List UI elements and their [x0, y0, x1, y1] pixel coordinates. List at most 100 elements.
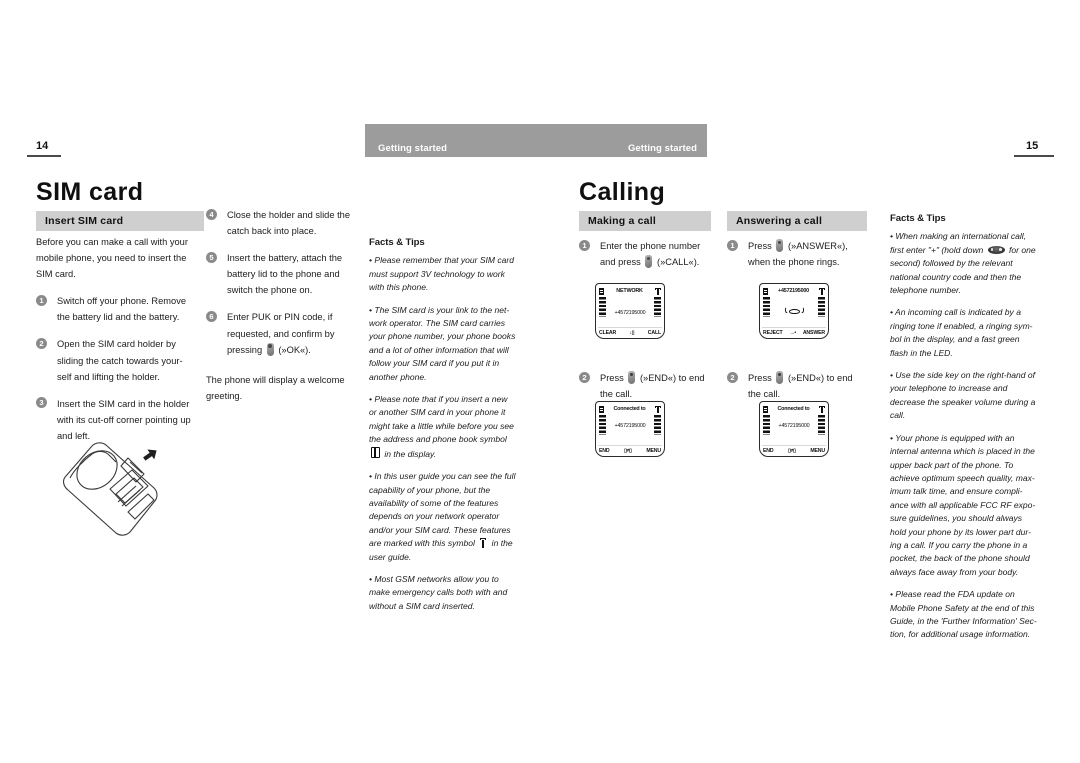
answering-a-call-column: 1 Press (»ANSWER«), when the phone rings…: [727, 238, 865, 281]
step-number: 2: [36, 337, 47, 349]
phone-screen-dial: NETWORK +4572195000 CLEAR ↓▯ CALL: [581, 283, 673, 351]
phone-shell: +4572195000 REJECT →• ANSWER: [759, 283, 829, 339]
softkey-left: REJECT: [763, 330, 783, 336]
step-1: 1 Switch off your phone. Remove the batt…: [36, 293, 196, 325]
running-header-right: Getting started: [627, 143, 697, 154]
screen-body: +4572195000: [614, 423, 646, 429]
softkey-right: MENU: [646, 448, 661, 454]
signal-icon: [819, 287, 825, 295]
signal-bars: [818, 415, 825, 435]
facts-and-tips-left: Facts & Tips • Please remember that your…: [369, 236, 517, 622]
fact-item: • Your phone is equipped with an interna…: [890, 432, 1036, 577]
signal-icon: [655, 287, 661, 295]
battery-icon: [763, 405, 768, 413]
select-key-icon: [266, 342, 274, 356]
status-row: Connected to: [599, 405, 661, 414]
softkey-mid-symbol: ▯≠▯: [624, 448, 632, 454]
end-key-icon: [776, 371, 784, 384]
screen-body: +4572195000: [778, 423, 810, 429]
step-6: 6 Enter PUK or PIN code, if requested, a…: [206, 309, 358, 357]
step-number: 5: [206, 251, 217, 263]
section-heading-insert-sim-card: Insert SIM card: [36, 211, 204, 231]
manual-spread: Getting started Getting started 14 15 SI…: [0, 0, 1080, 763]
step-number: 1: [727, 239, 738, 251]
screen-title: NETWORK: [616, 288, 643, 294]
page-number-right: 15: [1026, 140, 1039, 152]
answer-key-icon: [776, 239, 784, 252]
fact-item-with-sim-symbol: • In this user guide you can see the ful…: [369, 470, 517, 564]
step-text-before: Press: [748, 241, 775, 251]
phone-screen-connected-left: Connected to +4572195000 END ▯≠▯ MENU: [581, 401, 673, 469]
fact-item: • An incoming call is indicated by a rin…: [890, 307, 1033, 358]
screen-title: +4572195000: [778, 288, 809, 294]
fact-text: • When making an international call, fir…: [890, 231, 1036, 296]
phone-screen-incoming-call: +4572195000 REJECT →• ANSWER: [745, 283, 837, 351]
step-text: Switch off your phone. Remove the batter…: [57, 296, 187, 323]
step-text-after: (»OK«).: [275, 344, 311, 355]
softkey-row: CLEAR ↓▯ CALL: [599, 330, 661, 336]
status-row: Connected to: [763, 405, 825, 414]
step-number: 2: [579, 371, 590, 383]
softkey-row: END ▯≠▯ MENU: [599, 448, 661, 454]
sim-card-holder-illustration: [58, 440, 178, 540]
step-2: 2 Open the SIM card holder by sliding th…: [36, 336, 196, 384]
fact-item: • Please remember that your SIM card mus…: [369, 255, 515, 293]
softkey-left: CLEAR: [599, 330, 617, 336]
facts-and-tips-right: Facts & Tips • When making an internatio…: [890, 212, 1038, 651]
softkey-right: MENU: [810, 448, 825, 454]
answering-step-1: 1 Press (»ANSWER«), when the phone rings…: [727, 238, 865, 270]
softkey-left: END: [599, 448, 610, 454]
page-number-left: 14: [36, 140, 49, 152]
softkey-separator: [598, 326, 662, 328]
phone-shell: NETWORK +4572195000 CLEAR ↓▯ CALL: [595, 283, 665, 339]
step-text-after: (»CALL«).: [654, 257, 700, 268]
call-key-icon: [645, 255, 653, 269]
softkey-right: CALL: [647, 330, 661, 336]
step-number: 4: [206, 208, 217, 220]
battery-icon: [599, 405, 604, 413]
status-row: NETWORK: [599, 287, 661, 296]
battery-bars: [599, 297, 606, 317]
signal-bars: [654, 297, 661, 317]
running-header-left: Getting started: [378, 143, 448, 154]
fact-item: • The SIM card is your link to the net-w…: [369, 304, 516, 382]
step-3: 3 Insert the SIM card in the holder with…: [36, 396, 196, 444]
sim-dependent-feature-icon: [480, 538, 487, 549]
left-column-steps-4-6: 4 Close the holder and slide the catch b…: [206, 207, 358, 415]
softkey-left: END: [763, 448, 774, 454]
closing-paragraph: The phone will display a welcome greetin…: [206, 374, 345, 401]
battery-bars: [599, 415, 606, 435]
step-number: 6: [206, 310, 217, 322]
step-text: Open the SIM card holder by sliding the …: [57, 339, 183, 382]
softkey-separator: [762, 326, 826, 328]
step-5: 5 Insert the battery, attach the battery…: [206, 250, 358, 298]
signal-bars: [654, 415, 661, 435]
answering-step-2: 2 Press (»END«) to end the call.: [727, 370, 865, 402]
softkey-mid-symbol: ▯≠▯: [788, 448, 796, 454]
making-a-call-column: 1 Enter the phone number and press (»CAL…: [579, 238, 714, 281]
softkey-mid-symbol: →•: [789, 330, 797, 336]
softkey-right: ANSWER: [802, 330, 825, 336]
fact-item: • Most GSM networks allow you to make em…: [369, 573, 508, 611]
signal-icon: [819, 405, 825, 413]
step-number: 3: [36, 397, 47, 409]
fact-item-with-key-symbol: • When making an international call, fir…: [890, 230, 1038, 297]
left-column-steps-1-3: Before you can make a call with your mob…: [36, 234, 196, 455]
ringing-handset-icon: [784, 306, 804, 316]
battery-icon: [599, 287, 604, 295]
facts-title: Facts & Tips: [369, 237, 425, 248]
screen-title: Connected to: [777, 406, 810, 412]
step-text-before: Press: [748, 373, 775, 383]
fact-item: • Use the side key on the right-hand of …: [890, 370, 1036, 421]
step-text: Close the holder and slide the catch bac…: [227, 210, 351, 237]
phonebook-symbol-icon: [371, 446, 380, 458]
facts-title: Facts & Tips: [890, 213, 946, 224]
making-step-1: 1 Enter the phone number and press (»CAL…: [579, 238, 714, 270]
page-title-calling: Calling: [579, 178, 666, 206]
step-number: 1: [579, 239, 590, 251]
star-key-icon: [987, 245, 1005, 254]
phone-shell: Connected to +4572195000 END ▯≠▯ MENU: [595, 401, 665, 457]
step-text-before: Press: [600, 373, 627, 383]
fact-item-with-book-symbol: • Please note that if you insert a new o…: [369, 393, 517, 461]
signal-icon: [655, 405, 661, 413]
